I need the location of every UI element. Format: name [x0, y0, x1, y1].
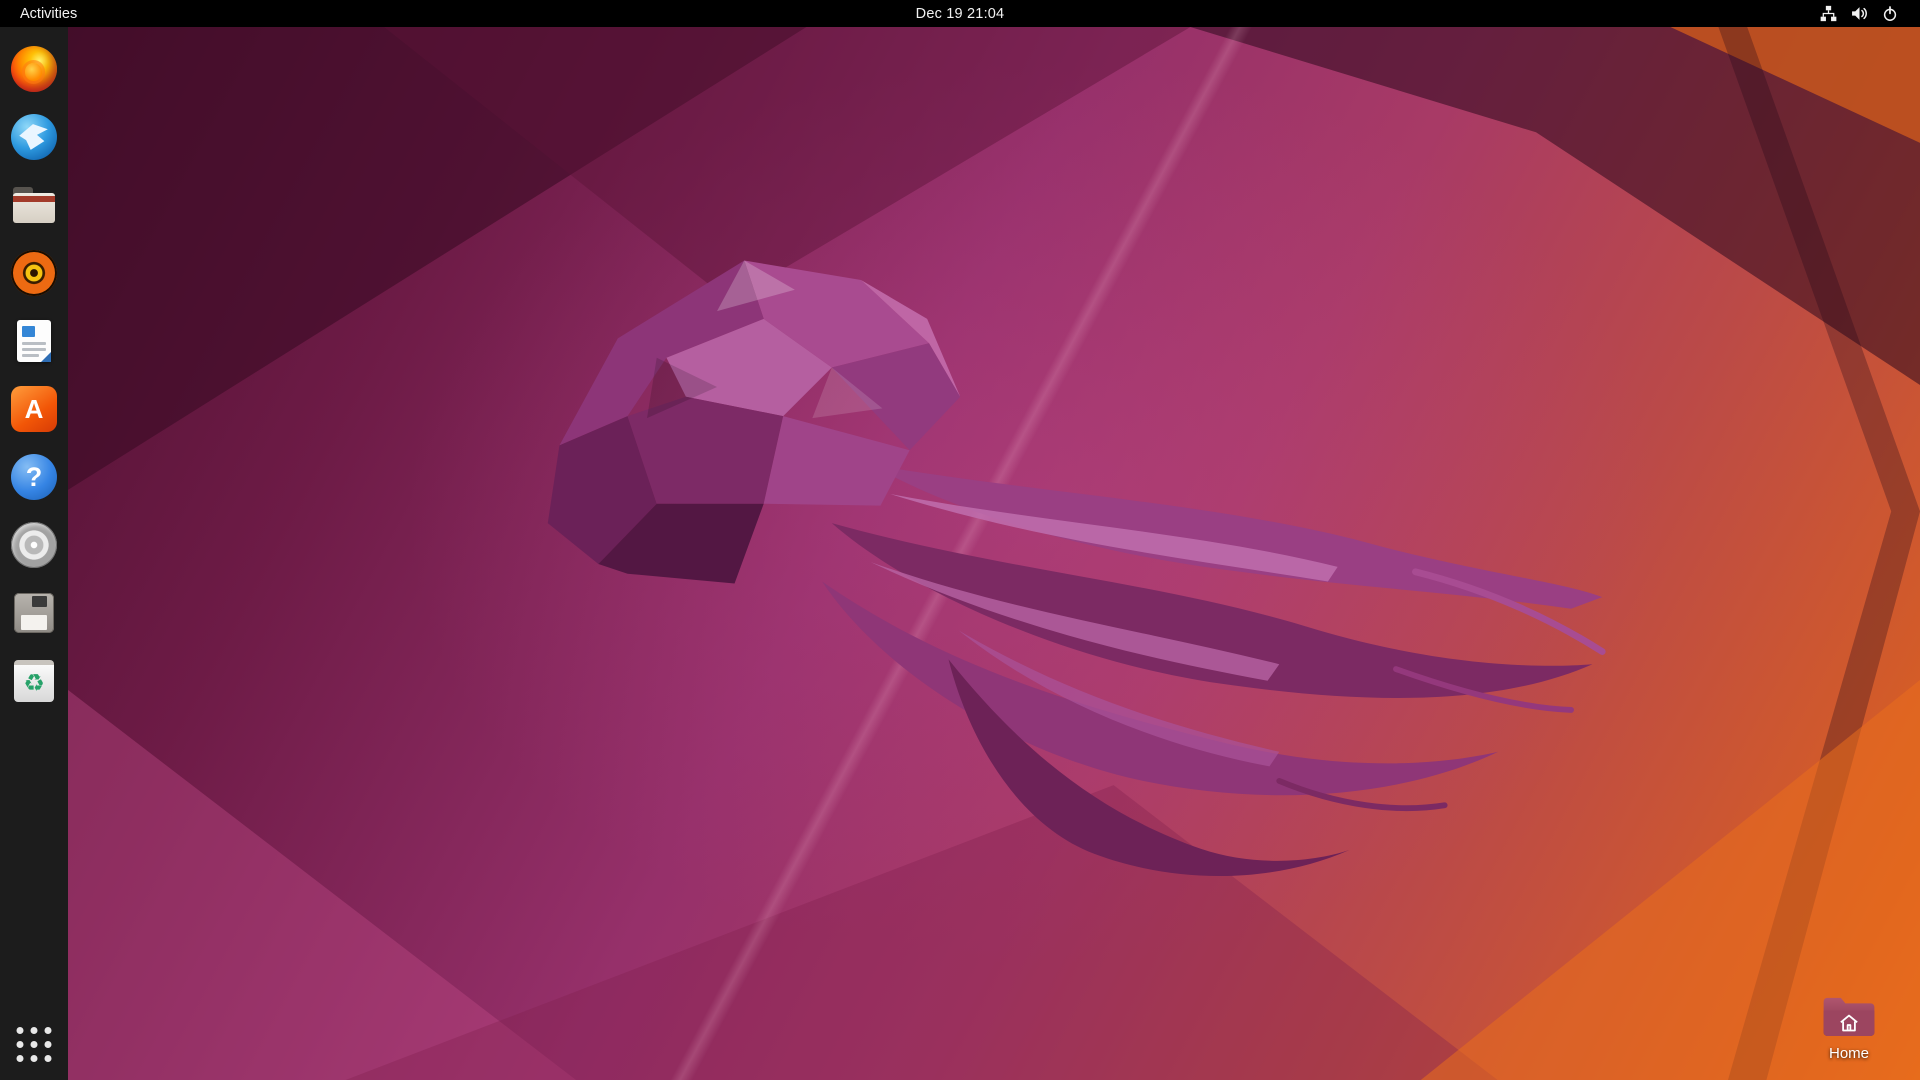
dock: A ? ♻ — [0, 27, 68, 1080]
activities-button[interactable]: Activities — [10, 4, 87, 24]
jellyfish-bell — [548, 261, 960, 584]
dock-item-thunderbird[interactable] — [11, 114, 57, 160]
network-icon — [1820, 5, 1837, 22]
rhythmbox-icon — [11, 250, 57, 296]
system-tray[interactable] — [1812, 3, 1906, 24]
dock-item-disc[interactable] — [11, 522, 57, 568]
recycle-icon: ♻ — [11, 658, 57, 704]
dock-item-app-center[interactable]: A — [11, 386, 57, 432]
dock-item-firefox[interactable] — [11, 46, 57, 92]
libreoffice-writer-icon — [11, 318, 57, 364]
show-apps-grid-icon — [17, 1027, 24, 1034]
clock-button[interactable]: Dec 19 21:04 — [904, 4, 1017, 24]
dock-item-rhythmbox[interactable] — [11, 250, 57, 296]
dock-item-help[interactable]: ? — [11, 454, 57, 500]
dock-item-files[interactable] — [11, 182, 57, 228]
floppy-icon — [11, 590, 57, 636]
home-folder-label: Home — [1829, 1045, 1869, 1062]
firefox-icon — [11, 46, 57, 92]
app-center-icon: A — [11, 386, 57, 432]
power-icon — [1882, 6, 1898, 22]
home-folder-icon — [1820, 992, 1878, 1040]
disc-icon — [11, 522, 57, 568]
dock-item-floppy[interactable] — [11, 590, 57, 636]
jellyfish-wallpaper-art — [540, 242, 1610, 887]
home-folder-shortcut[interactable]: Home — [1804, 992, 1894, 1062]
dock-item-libreoffice-writer[interactable] — [11, 318, 57, 364]
dock-item-recycle[interactable]: ♻ — [11, 658, 57, 704]
thunderbird-icon — [11, 114, 57, 160]
files-icon — [11, 182, 57, 228]
show-apps-button[interactable] — [11, 1021, 58, 1068]
jellyfish-tentacles — [822, 465, 1602, 876]
desktop-wallpaper — [0, 27, 1920, 1080]
help-icon: ? — [11, 454, 57, 500]
volume-icon — [1851, 5, 1868, 22]
top-bar: Activities Dec 19 21:04 — [0, 0, 1920, 27]
